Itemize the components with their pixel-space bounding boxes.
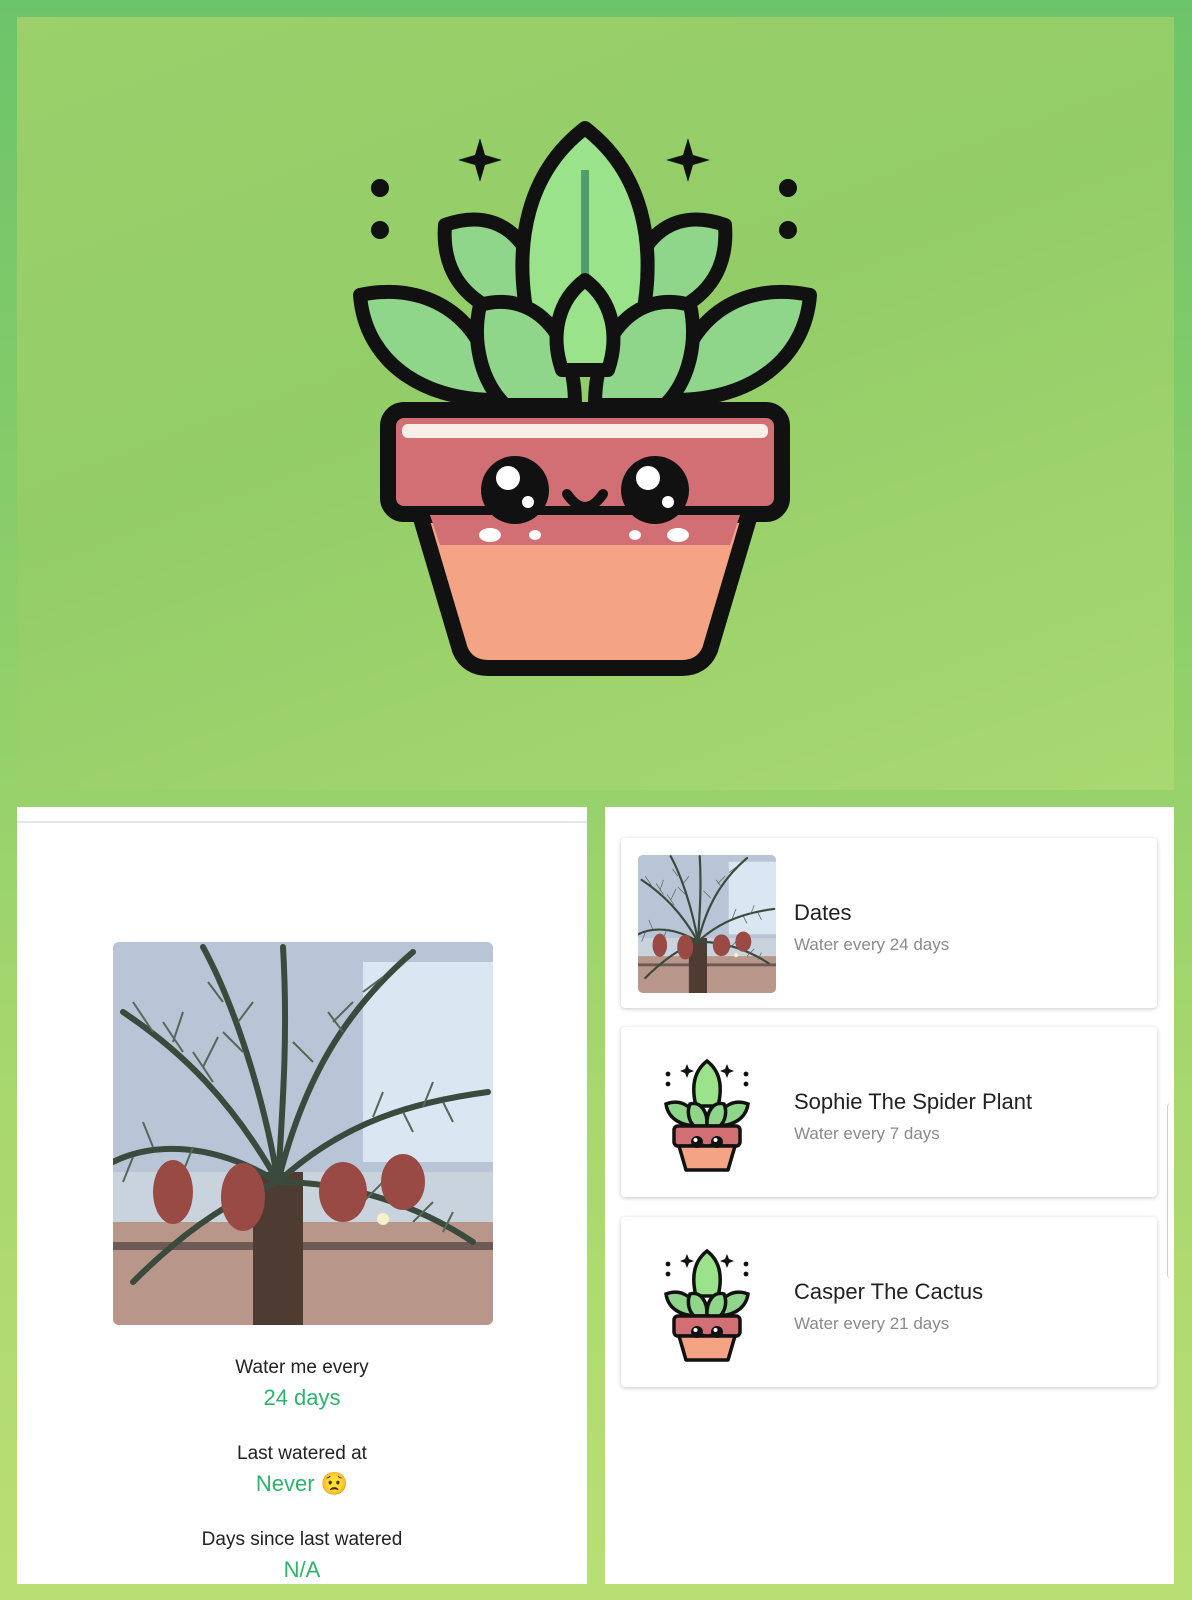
plant-mascot-icon: [663, 1059, 751, 1172]
plant-name: Sophie The Spider Plant: [794, 1089, 1033, 1114]
plant-mascot-icon: [663, 1249, 751, 1362]
palm-image: [113, 942, 493, 1325]
plant-schedule: Water every 7 days: [794, 1124, 940, 1143]
plant-mascot-illustration: [17, 17, 1174, 790]
divider: [17, 821, 587, 823]
water-interval-label: Water me every: [235, 1357, 369, 1378]
plant-detail-panel: Water me every 24 days Last watered at N…: [17, 807, 587, 1584]
plant-name: Dates: [794, 900, 852, 925]
scrollbar-handle[interactable]: [1167, 1103, 1174, 1279]
last-watered-label: Last watered at: [237, 1443, 367, 1464]
plant-thumbnail: [638, 1044, 776, 1182]
palm-image: [638, 855, 776, 993]
plant-card-dates[interactable]: Dates Water every 24 days: [621, 838, 1157, 1008]
plant-photo[interactable]: [113, 942, 493, 1325]
days-since-value: N/A: [283, 1557, 321, 1582]
plant-card-casper[interactable]: Casper The Cactus Water every 21 days: [621, 1217, 1157, 1387]
last-watered-value: Never 😟: [255, 1471, 349, 1496]
plant-name: Casper The Cactus: [794, 1279, 984, 1304]
plant-schedule: Water every 21 days: [794, 1314, 950, 1333]
plant-thumbnail: [638, 1234, 776, 1372]
watering-interval: Water me every 24 days: [17, 1357, 587, 1411]
days-since-label: Days since last watered: [201, 1529, 403, 1550]
plant-thumbnail: [638, 855, 776, 993]
water-interval-value: 24 days: [263, 1385, 341, 1410]
plant-schedule: Water every 24 days: [794, 935, 950, 954]
hero-banner: [17, 17, 1174, 790]
plant-list-panel: Dates Water every 24 days Sophie The Spi…: [605, 807, 1174, 1584]
days-since-watered: Days since last watered N/A: [17, 1529, 587, 1583]
plant-card-sophie[interactable]: Sophie The Spider Plant Water every 7 da…: [621, 1027, 1157, 1197]
last-watered: Last watered at Never 😟: [17, 1443, 587, 1497]
